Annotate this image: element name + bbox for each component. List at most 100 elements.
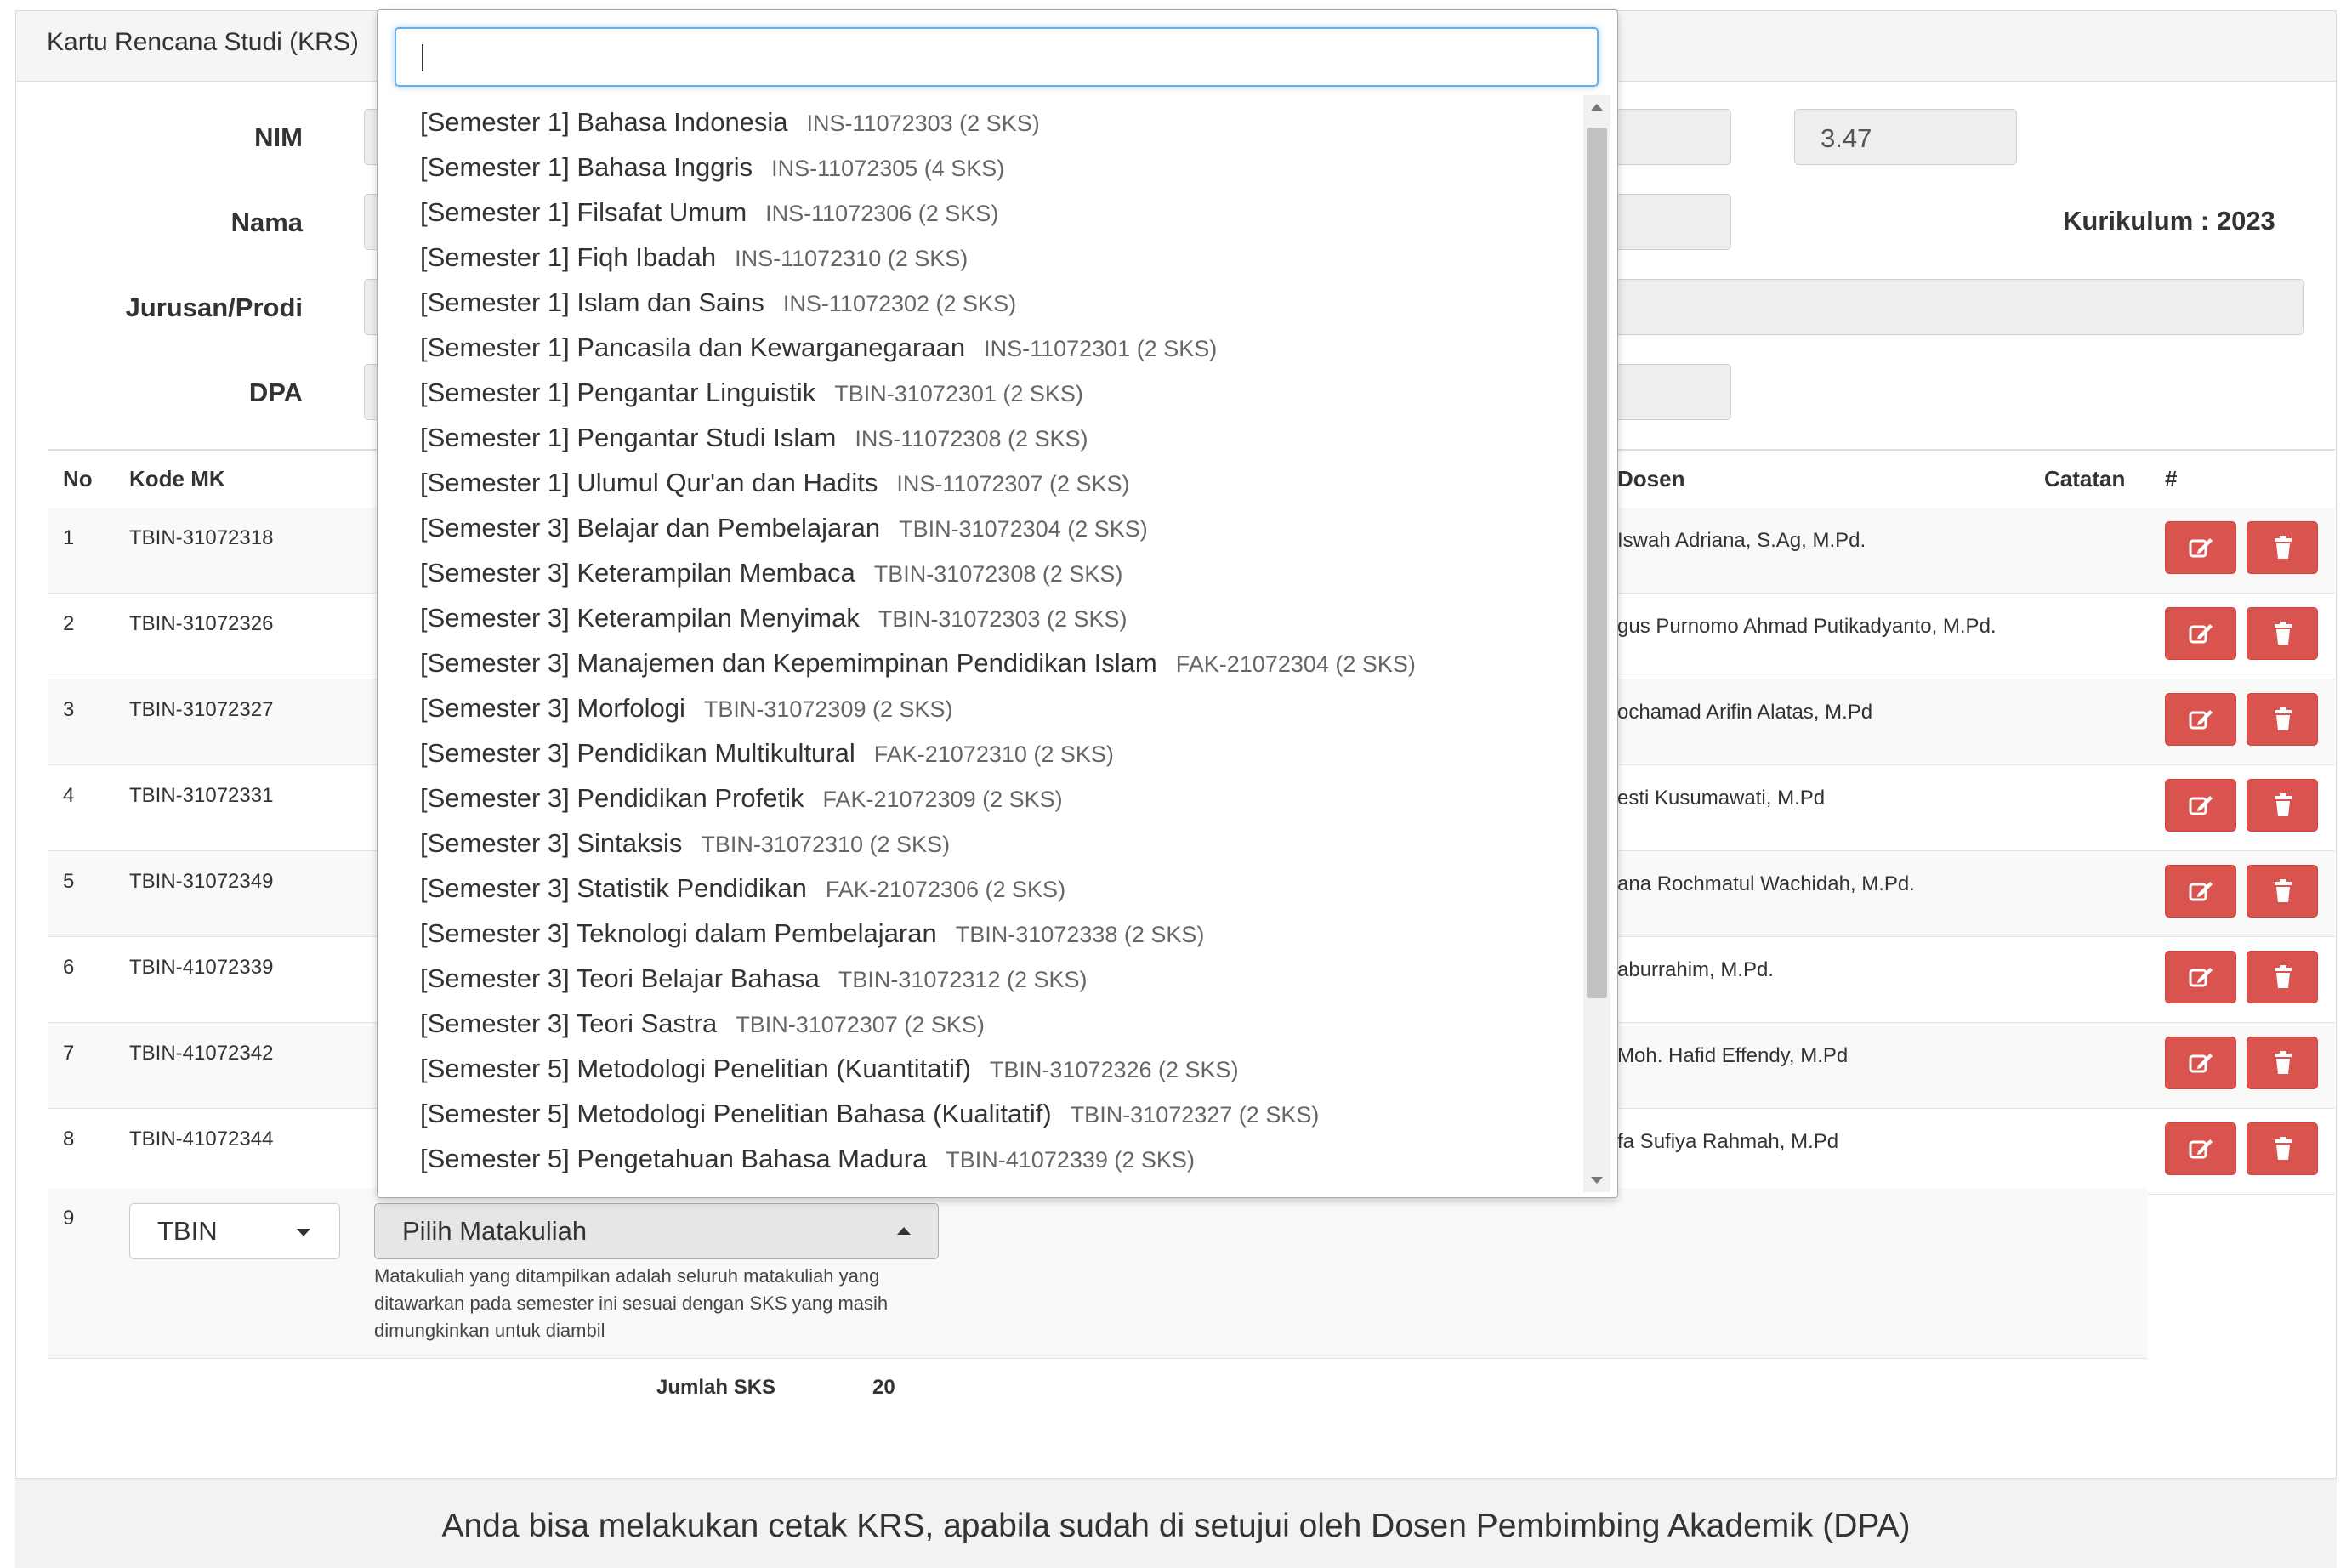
edit-button[interactable] [2165,1122,2236,1175]
new-entry-row: 9 TBIN Pilih Matakuliah Matakuliah yang … [48,1188,2148,1359]
row-no: 6 [63,956,75,979]
dropdown-option[interactable]: [Semester 1] Bahasa Indonesia INS-1107230… [420,107,1040,138]
edit-icon [2189,796,2213,815]
dpa-label: DPA [248,378,303,407]
jumlah-sks-value: 20 [872,1376,895,1399]
row-kode: TBIN-41072339 [129,956,274,979]
prodi-select-value: TBIN [157,1216,218,1246]
footer-text: Anda bisa melakukan cetak KRS, apabila s… [441,1508,1911,1544]
dropdown-option[interactable]: [Semester 3] Pendidikan Profetik FAK-2107… [420,783,1063,814]
edit-button[interactable] [2165,779,2236,832]
delete-button[interactable] [2247,693,2318,746]
trash-icon [2275,879,2292,902]
edit-button[interactable] [2165,693,2236,746]
row-dosen: fa Sufiya Rahmah, M.Pd [1617,1130,1839,1153]
delete-button[interactable] [2247,1037,2318,1089]
delete-button[interactable] [2247,607,2318,660]
row-kode: TBIN-31072349 [129,870,274,893]
edit-icon [2189,624,2213,644]
row-kode: TBIN-41072344 [129,1128,274,1150]
header-kode: Kode MK [129,466,225,491]
dropdown-option[interactable]: [Semester 3] Keterampilan Menyimak TBIN-3… [420,603,1128,633]
dropdown-option[interactable]: [Semester 1] Pengantar Linguistik TBIN-31… [420,378,1083,408]
row-no: 7 [63,1042,75,1065]
panel-title: Kartu Rencana Studi (KRS) [47,28,359,56]
dropdown-option[interactable]: [Semester 1] Pancasila dan Kewarganegara… [420,332,1217,363]
dropdown-option[interactable]: [Semester 3] Teori Sastra TBIN-31072307 (… [420,1008,985,1039]
edit-button[interactable] [2165,865,2236,918]
delete-button[interactable] [2247,779,2318,832]
matakuliah-dropdown: [Semester 1] Bahasa Indonesia INS-1107230… [377,9,1618,1198]
dropdown-scrollbar-thumb[interactable] [1587,128,1607,998]
dropdown-option[interactable]: [Semester 3] Belajar dan Pembelajaran TBI… [420,513,1148,543]
dropdown-option[interactable]: [Semester 1] Ulumul Qur'an dan Hadits INS… [420,468,1129,498]
dropdown-option[interactable]: [Semester 1] Bahasa Inggris INS-11072305 … [420,152,1004,183]
nama-label: Nama [230,207,303,237]
trash-icon [2275,1137,2292,1160]
row-no: 9 [63,1207,75,1230]
edit-icon [2189,1054,2213,1073]
trash-icon [2275,536,2292,559]
edit-button[interactable] [2165,1037,2236,1089]
row-no: 8 [63,1128,75,1150]
trash-icon [2275,793,2292,816]
dropdown-option[interactable]: [Semester 1] Pengantar Studi Islam INS-11… [420,423,1088,453]
dropdown-option[interactable]: [Semester 3] Morfologi TBIN-31072309 (2 S… [420,693,953,724]
prodi-select[interactable]: TBIN [129,1203,340,1259]
row-dosen: ana Rochmatul Wachidah, M.Pd. [1617,872,1915,895]
dropdown-option[interactable]: [Semester 3] Manajemen dan Kepemimpinan … [420,648,1416,679]
edit-button[interactable] [2165,951,2236,1003]
row-no: 4 [63,784,75,807]
dropdown-option[interactable]: [Semester 3] Pendidikan Multikultural FAK… [420,738,1114,769]
dropdown-option[interactable]: [Semester 1] Islam dan Sains INS-11072302… [420,287,1016,318]
trash-icon [2275,1051,2292,1074]
row-no: 2 [63,612,75,635]
header-action: # [2165,466,2178,491]
caret-up-icon [897,1227,911,1235]
kurikulum-label: Kurikulum : 2023 [2063,206,2275,236]
caret-down-icon [297,1229,310,1236]
row-no: 5 [63,870,75,893]
matakuliah-select[interactable]: Pilih Matakuliah [374,1203,939,1259]
header-catatan: Catatan [2044,466,2126,491]
delete-button[interactable] [2247,865,2318,918]
row-dosen: Moh. Hafid Effendy, M.Pd [1617,1044,1849,1067]
dropdown-option[interactable]: [Semester 3] Keterampilan Membaca TBIN-31… [420,558,1122,588]
dropdown-option[interactable]: [Semester 5] Metodologi Penelitian (Kuan… [420,1054,1239,1084]
edit-button[interactable] [2165,521,2236,574]
dropdown-option[interactable]: [Semester 3] Teknologi dalam Pembelajara… [420,918,1204,949]
row-dosen: gus Purnomo Ahmad Putikadyanto, M.Pd. [1617,615,1997,638]
trash-icon [2275,622,2292,645]
dropdown-option[interactable]: [Semester 1] Fiqh Ibadah INS-11072310 (2 … [420,242,968,273]
matakuliah-select-placeholder: Pilih Matakuliah [402,1216,588,1246]
dropdown-option[interactable]: [Semester 3] Teori Belajar Bahasa TBIN-31… [420,963,1088,994]
row-kode: TBIN-31072326 [129,612,274,635]
row-dosen: Iswah Adriana, S.Ag, M.Pd. [1617,529,1866,552]
dropdown-option[interactable]: [Semester 1] Filsafat Umum INS-11072306 (… [420,197,998,228]
dropdown-option[interactable]: [Semester 5] Pengetahuan Bahasa Madura TB… [420,1144,1195,1174]
trash-icon [2275,965,2292,988]
dropdown-option[interactable]: [Semester 5] Metodologi Penelitian Bahas… [420,1099,1319,1129]
row-kode: TBIN-41072342 [129,1042,274,1065]
trash-icon [2275,707,2292,730]
edit-icon [2189,1139,2213,1159]
jumlah-sks-label: Jumlah SKS [656,1376,776,1399]
edit-button[interactable] [2165,607,2236,660]
dropdown-search-input[interactable] [395,27,1599,87]
row-no: 1 [63,526,75,549]
delete-button[interactable] [2247,951,2318,1003]
ipk-field: 3.47 [1794,109,2017,165]
text-cursor [422,44,423,71]
edit-icon [2189,968,2213,987]
dropdown-option[interactable]: [Semester 3] Statistik Pendidikan FAK-210… [420,873,1065,904]
scroll-down-arrow-icon[interactable] [1591,1177,1603,1184]
row-kode: TBIN-31072331 [129,784,274,807]
dropdown-option[interactable]: [Semester 3] Sintaksis TBIN-31072310 (2 S… [420,828,950,859]
header-no: No [63,466,93,491]
delete-button[interactable] [2247,521,2318,574]
row-dosen: esti Kusumawati, M.Pd [1617,787,1826,810]
row-kode: TBIN-31072327 [129,698,274,721]
edit-icon [2189,538,2213,558]
scroll-up-arrow-icon[interactable] [1591,104,1603,111]
delete-button[interactable] [2247,1122,2318,1175]
